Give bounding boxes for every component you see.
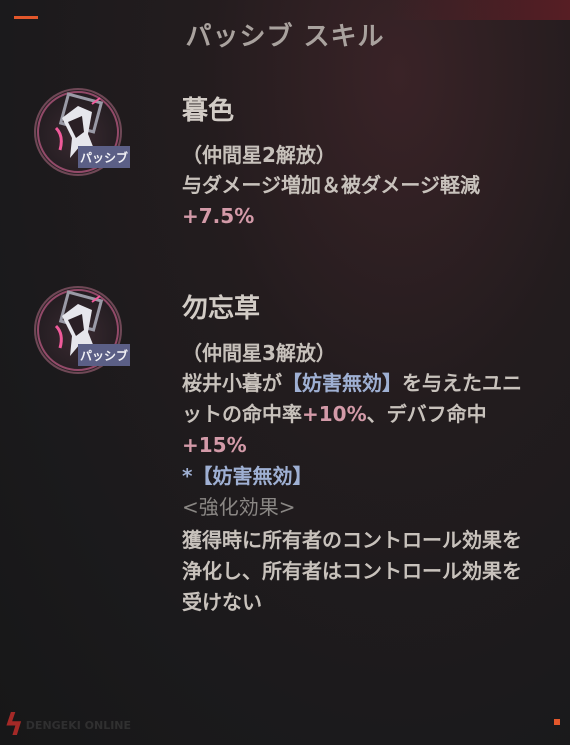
desc-text: 桜井小暮が	[182, 371, 282, 395]
desc-text: 与ダメージ増加＆被ダメージ軽減	[182, 173, 480, 197]
keyword-note: *【妨害無効】	[182, 464, 313, 488]
buff-heading: <強化効果>	[182, 495, 296, 519]
lightning-logo-icon: ϟ	[4, 708, 24, 743]
corner-accent	[554, 719, 560, 725]
desc-value: +10%	[302, 402, 367, 426]
skill-name: 勿忘草	[182, 294, 261, 324]
watermark: ϟ DENGEKI ONLINE	[4, 711, 131, 741]
skill-icon-button[interactable]: パッシブ	[34, 286, 130, 380]
skill-description: 与ダメージ増加＆被ダメージ軽減 +7.5%	[182, 170, 530, 232]
skill-text: 暮色 （仲間星2解放） 与ダメージ増加＆被ダメージ軽減 +7.5%	[182, 88, 530, 232]
skill-name: 暮色	[182, 96, 235, 126]
passive-badge: パッシブ	[78, 344, 130, 366]
skill-description: 桜井小暮が【妨害無効】を与えたユニットの命中率+10%、デバフ命中+15%	[182, 368, 530, 461]
passive-badge: パッシブ	[78, 146, 130, 168]
desc-value: +15%	[182, 433, 247, 457]
skill-text: 勿忘草 （仲間星3解放） 桜井小暮が【妨害無効】を与えたユニットの命中率+10%…	[182, 286, 530, 618]
desc-value: +7.5%	[182, 204, 255, 228]
desc-text: 、デバフ命中	[366, 402, 487, 426]
skill-condition: （仲間星3解放）	[182, 341, 336, 365]
panel-title: パッシブ スキル	[185, 22, 385, 52]
watermark-text: DENGEKI ONLINE	[25, 719, 132, 732]
skill-condition: （仲間星2解放）	[182, 143, 336, 167]
buff-description: 獲得時に所有者のコントロール効果を浄化し、所有者はコントロール効果を受けない	[182, 528, 522, 614]
desc-keyword: 【妨害無効】	[282, 371, 402, 395]
skill-icon-button[interactable]: パッシブ	[34, 88, 130, 182]
